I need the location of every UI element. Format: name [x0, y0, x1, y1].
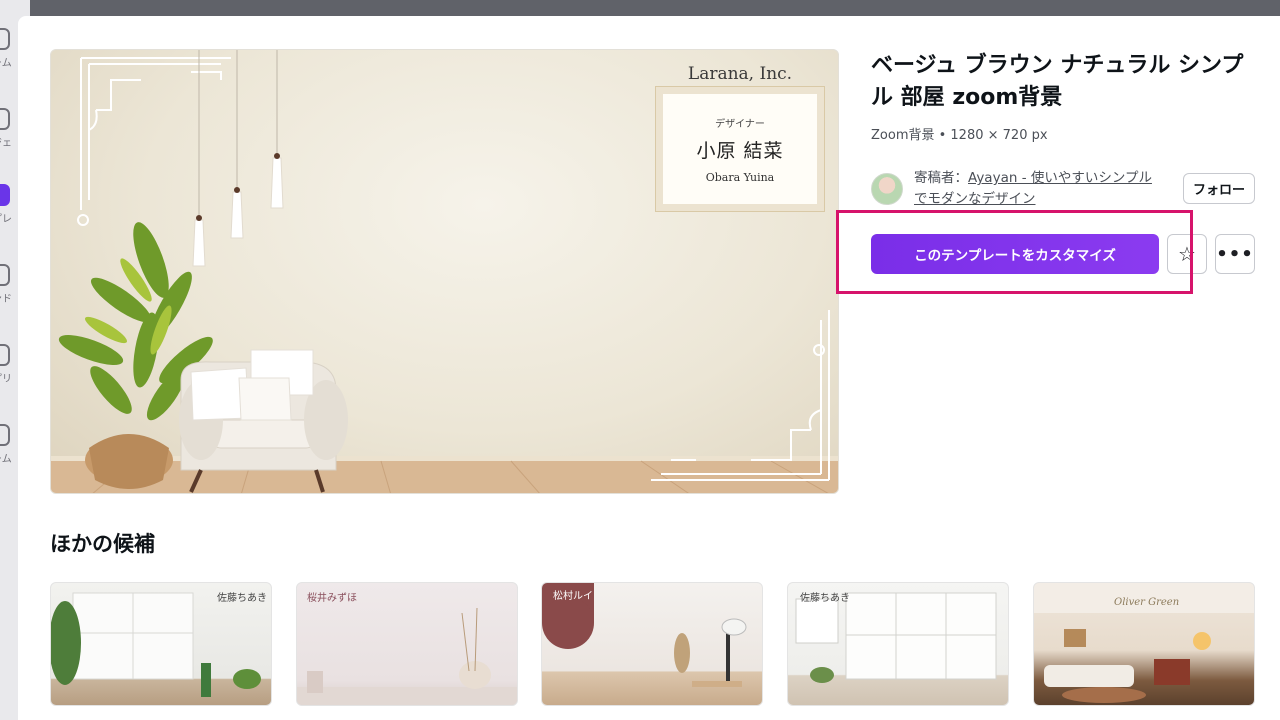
rail-item-label: ジェ [0, 138, 12, 149]
home-icon [0, 28, 10, 50]
customize-template-button[interactable]: このテンプレートをカスタマイズ [871, 234, 1159, 274]
thumbnail-label: 松村ルイ [553, 591, 593, 602]
preview-company-name: Larana, Inc. [687, 64, 793, 84]
folder-icon [0, 108, 10, 130]
template-title: ベージュ ブラウン ナチュラル シンプル 部屋 zoom背景 [871, 53, 1244, 110]
brand-icon [0, 264, 10, 286]
rail-item-label: ーム [0, 58, 12, 69]
contributor-row: 寄稿者：Ayayan - 使いやすいシンプルでモダンなデザイン フォロー [871, 168, 1271, 212]
template-thumbnail[interactable]: 桜井みずほ [296, 582, 518, 706]
contributor-prefix: 寄稿者： [914, 170, 968, 186]
star-icon: ☆ [1178, 242, 1196, 266]
thumbnail-label: 佐藤ちあき [800, 593, 850, 604]
template-icon [0, 184, 10, 206]
template-preview-image[interactable]: Larana, Inc. デザイナー 小原 結菜 Obara Yuina [50, 49, 839, 494]
other-templates-list: 佐藤ちあき 桜井みずほ 松村ルイ 佐藤ちあき Oliver Green [50, 582, 1260, 706]
template-thumbnail[interactable]: 松村ルイ [541, 582, 763, 706]
rail-item-label: ンド [0, 294, 12, 305]
follow-button[interactable]: フォロー [1183, 173, 1255, 204]
rail-item-label: ーム [0, 454, 12, 465]
template-detail-modal: Larana, Inc. デザイナー 小原 結菜 Obara Yuina ベージ… [18, 16, 1280, 720]
rail-item-label: プレ [0, 214, 12, 225]
other-options-heading: ほかの候補 [50, 532, 155, 556]
contributor-text: 寄稿者：Ayayan - 使いやすいシンプルでモダンなデザイン [914, 168, 1164, 210]
apps-icon [0, 344, 10, 366]
template-thumbnail[interactable]: 佐藤ちあき [50, 582, 272, 706]
contributor-avatar[interactable] [871, 173, 903, 205]
preview-roman-name: Obara Yuina [705, 170, 775, 184]
magic-icon [0, 424, 10, 446]
background-top-strip [0, 0, 1280, 16]
preview-person-name: 小原 結菜 [696, 139, 784, 162]
thumbnail-label: 佐藤ちあき [217, 593, 267, 604]
rail-item-label: プリ [0, 374, 12, 385]
template-thumbnail[interactable]: 佐藤ちあき [787, 582, 1009, 706]
more-icon: ••• [1216, 243, 1254, 265]
thumbnail-label: 桜井みずほ [307, 593, 357, 604]
template-subtitle: Zoom背景 • 1280 × 720 px [871, 128, 1048, 143]
preview-role: デザイナー [715, 118, 765, 130]
thumbnail-label: Oliver Green [1114, 597, 1180, 608]
nameplate-card: デザイナー 小原 結菜 Obara Yuina [663, 94, 817, 204]
more-options-button[interactable]: ••• [1215, 234, 1255, 274]
template-thumbnail[interactable]: Oliver Green [1033, 582, 1255, 706]
star-button[interactable]: ☆ [1167, 234, 1207, 274]
preview-nameplate: デザイナー 小原 結菜 Obara Yuina [655, 86, 825, 212]
